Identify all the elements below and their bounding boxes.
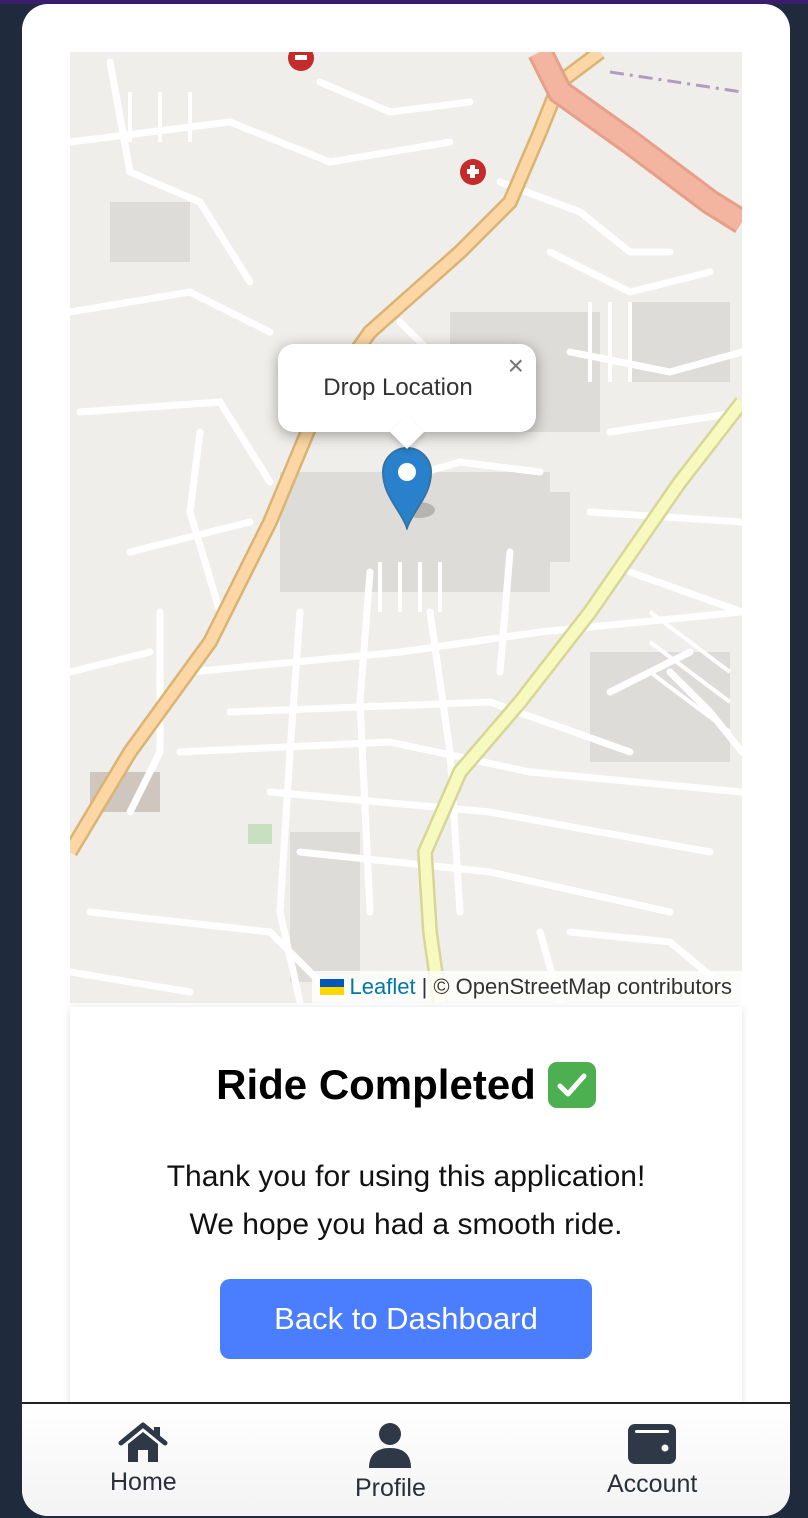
page-title: Ride Completed: [216, 1061, 536, 1108]
close-icon[interactable]: ×: [508, 352, 524, 380]
map-popup: Drop Location ×: [278, 344, 536, 449]
check-mark-button-icon: [547, 1062, 596, 1108]
wallet-icon: [628, 1424, 677, 1464]
home-icon: [118, 1422, 168, 1462]
nav-item-home[interactable]: Home: [110, 1422, 177, 1497]
card-title: Ride Completed: [70, 1061, 742, 1109]
nav-label-profile: Profile: [355, 1474, 426, 1502]
thank-you-message: Thank you for using this application! We…: [70, 1153, 742, 1249]
bottom-navigation: Home Profile Account: [22, 1402, 790, 1516]
nav-item-account[interactable]: Account: [607, 1422, 697, 1499]
app-screen: Drop Location × Leaflet | © OpenStreetMa…: [22, 4, 790, 1516]
popup-text: Drop Location: [323, 374, 473, 401]
message-line-1: Thank you for using this application!: [166, 1160, 646, 1193]
back-to-dashboard-button[interactable]: Back to Dashboard: [220, 1279, 592, 1359]
attribution-separator: |: [421, 974, 428, 999]
osm-attribution: © OpenStreetMap contributors: [433, 974, 732, 999]
nav-label-home: Home: [110, 1468, 177, 1496]
hospital-icon: [460, 159, 486, 185]
map-attribution: Leaflet | © OpenStreetMap contributors: [311, 971, 742, 1003]
location-pin-icon[interactable]: [381, 446, 437, 535]
nav-item-profile[interactable]: Profile: [355, 1422, 426, 1503]
ukraine-flag-icon: [319, 979, 344, 995]
user-icon: [369, 1423, 412, 1468]
ride-completed-card: Ride Completed Thank you for using this …: [70, 1007, 742, 1407]
map-view[interactable]: Drop Location × Leaflet | © OpenStreetMa…: [70, 52, 742, 1003]
leaflet-link[interactable]: Leaflet: [350, 974, 416, 1000]
message-line-2: We hope you had a smooth ride.: [189, 1208, 623, 1241]
nav-label-account: Account: [607, 1470, 698, 1498]
